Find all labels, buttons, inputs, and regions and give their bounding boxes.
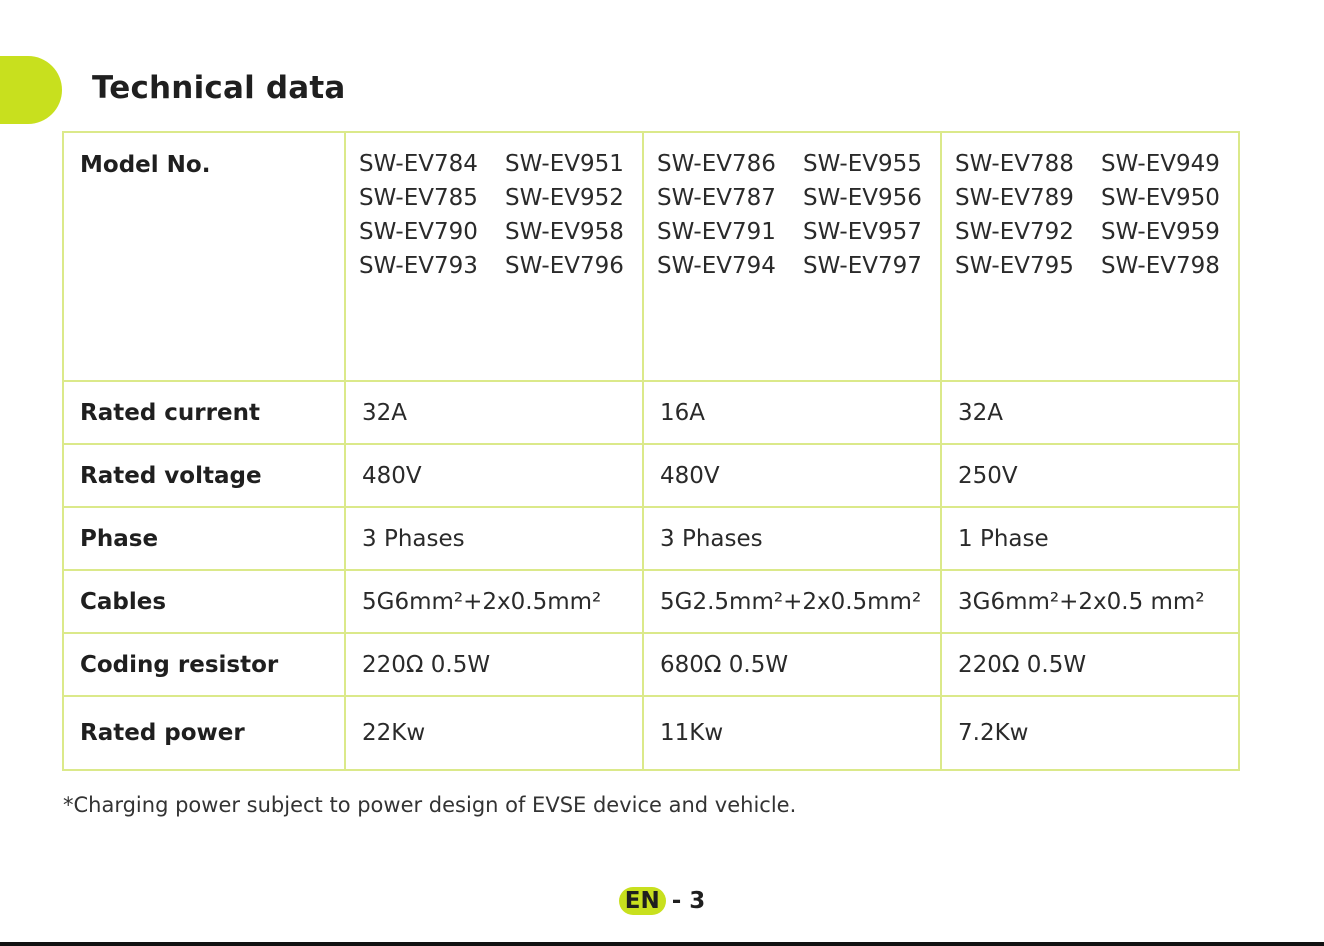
row-label: Cables bbox=[62, 569, 346, 634]
model-cell-1: SW-EV784 SW-EV951 SW-EV785 SW-EV952 SW-E… bbox=[344, 131, 644, 382]
table-cell: 220Ω 0.5W bbox=[940, 632, 1240, 697]
table-cell: 220Ω 0.5W bbox=[344, 632, 644, 697]
table-row-rated-power: Rated power 22Kw 11Kw 7.2Kw bbox=[62, 695, 1240, 771]
table-row-cables: Cables 5G6mm²+2x0.5mm² 5G2.5mm²+2x0.5mm²… bbox=[62, 569, 1240, 634]
table-cell: 1 Phase bbox=[940, 506, 1240, 571]
model-number: SW-EV786 bbox=[657, 151, 776, 177]
bottom-rule bbox=[0, 942, 1324, 946]
table-cell: 480V bbox=[642, 443, 942, 508]
model-number: SW-EV790 bbox=[359, 219, 478, 245]
model-number: SW-EV949 bbox=[1101, 151, 1220, 177]
technical-data-table: Model No. SW-EV784 SW-EV951 SW-EV785 SW-… bbox=[62, 131, 1240, 771]
table-row-model-no: Model No. SW-EV784 SW-EV951 SW-EV785 SW-… bbox=[62, 131, 1240, 382]
model-number: SW-EV950 bbox=[1101, 185, 1220, 211]
table-cell: 3G6mm²+2x0.5 mm² bbox=[940, 569, 1240, 634]
table-cell: 250V bbox=[940, 443, 1240, 508]
table-cell: 480V bbox=[344, 443, 644, 508]
table-cell: 5G2.5mm²+2x0.5mm² bbox=[642, 569, 942, 634]
section-tab-marker bbox=[0, 56, 62, 124]
model-number: SW-EV951 bbox=[505, 151, 624, 177]
table-cell: 3 Phases bbox=[344, 506, 644, 571]
model-number: SW-EV792 bbox=[955, 219, 1074, 245]
model-number: SW-EV789 bbox=[955, 185, 1074, 211]
table-cell: 32A bbox=[940, 380, 1240, 445]
model-number: SW-EV795 bbox=[955, 253, 1074, 279]
row-label-model-no: Model No. bbox=[62, 131, 346, 382]
model-number: SW-EV794 bbox=[657, 253, 776, 279]
page-number-text: - 3 bbox=[671, 888, 706, 914]
model-number: SW-EV784 bbox=[359, 151, 478, 177]
model-number: SW-EV957 bbox=[803, 219, 922, 245]
model-number: SW-EV793 bbox=[359, 253, 478, 279]
row-label: Rated power bbox=[62, 695, 346, 771]
model-number: SW-EV788 bbox=[955, 151, 1074, 177]
table-cell: 16A bbox=[642, 380, 942, 445]
model-number: SW-EV791 bbox=[657, 219, 776, 245]
model-number: SW-EV959 bbox=[1101, 219, 1220, 245]
language-badge: EN bbox=[618, 887, 666, 915]
page-number: EN - 3 bbox=[0, 887, 1324, 915]
table-row-coding-resistor: Coding resistor 220Ω 0.5W 680Ω 0.5W 220Ω… bbox=[62, 632, 1240, 697]
table-row-rated-voltage: Rated voltage 480V 480V 250V bbox=[62, 443, 1240, 508]
row-label: Coding resistor bbox=[62, 632, 346, 697]
model-number: SW-EV956 bbox=[803, 185, 922, 211]
model-number: SW-EV797 bbox=[803, 253, 922, 279]
page-title: Technical data bbox=[92, 70, 346, 106]
model-list-1: SW-EV784 SW-EV951 SW-EV785 SW-EV952 SW-E… bbox=[359, 151, 641, 279]
table-cell: 5G6mm²+2x0.5mm² bbox=[344, 569, 644, 634]
table-cell: 32A bbox=[344, 380, 644, 445]
footnote: *Charging power subject to power design … bbox=[63, 793, 797, 817]
row-label: Rated voltage bbox=[62, 443, 346, 508]
table-cell: 22Kw bbox=[344, 695, 644, 771]
model-number: SW-EV796 bbox=[505, 253, 624, 279]
table-cell: 11Kw bbox=[642, 695, 942, 771]
model-list-2: SW-EV786 SW-EV955 SW-EV787 SW-EV956 SW-E… bbox=[657, 151, 939, 279]
row-label: Phase bbox=[62, 506, 346, 571]
model-number: SW-EV798 bbox=[1101, 253, 1220, 279]
model-number: SW-EV955 bbox=[803, 151, 922, 177]
model-cell-2: SW-EV786 SW-EV955 SW-EV787 SW-EV956 SW-E… bbox=[642, 131, 942, 382]
model-cell-3: SW-EV788 SW-EV949 SW-EV789 SW-EV950 SW-E… bbox=[940, 131, 1240, 382]
model-number: SW-EV952 bbox=[505, 185, 624, 211]
table-cell: 7.2Kw bbox=[940, 695, 1240, 771]
table-row-phase: Phase 3 Phases 3 Phases 1 Phase bbox=[62, 506, 1240, 571]
row-label: Rated current bbox=[62, 380, 346, 445]
table-cell: 680Ω 0.5W bbox=[642, 632, 942, 697]
table-cell: 3 Phases bbox=[642, 506, 942, 571]
model-number: SW-EV787 bbox=[657, 185, 776, 211]
model-number: SW-EV958 bbox=[505, 219, 624, 245]
table-row-rated-current: Rated current 32A 16A 32A bbox=[62, 380, 1240, 445]
model-list-3: SW-EV788 SW-EV949 SW-EV789 SW-EV950 SW-E… bbox=[955, 151, 1237, 279]
model-number: SW-EV785 bbox=[359, 185, 478, 211]
